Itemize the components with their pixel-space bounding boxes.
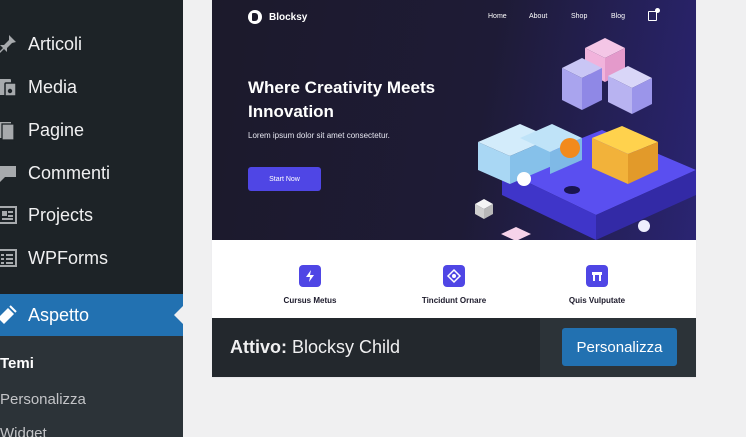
sidebar-item-pagine[interactable]: Pagine — [0, 110, 183, 150]
theme-preview-nav-shop: Shop — [571, 13, 588, 20]
cart-icon — [648, 8, 660, 21]
theme-preview-start-button: Start Now — [248, 167, 321, 191]
sidebar-item-label: Media — [28, 76, 78, 97]
sidebar-item-label: Articoli — [28, 33, 83, 54]
feature-card: Tincidunt Ornare — [384, 265, 524, 305]
floating-cube-icon — [475, 199, 493, 219]
appearance-submenu: Temi Personalizza Widget — [0, 336, 183, 437]
theme-preview-features: Cursus Metus Tincidunt Ornare Quis Vulpu… — [212, 240, 696, 318]
theme-preview-nav-home: Home — [488, 13, 507, 20]
theme-preview-hero-subtitle: Lorem ipsum dolor sit amet consectetur. — [248, 131, 390, 140]
theme-card-active[interactable]: Blocksy Home About Shop Blog Where Creat… — [212, 0, 696, 377]
sidebar-item-label: Commenti — [28, 162, 111, 183]
media-icon — [0, 79, 17, 97]
feature-card: Cursus Metus — [240, 265, 380, 305]
theme-preview-nav-about: About — [529, 13, 548, 20]
active-prefix: Attivo: — [230, 337, 287, 357]
diamond-icon — [443, 265, 465, 287]
theme-preview-hero: Blocksy Home About Shop Blog Where Creat… — [212, 0, 696, 241]
sidebar-item-projects[interactable]: Projects — [0, 195, 183, 235]
projects-icon — [0, 206, 17, 224]
theme-preview-logo: Blocksy — [248, 10, 307, 24]
page-icon — [0, 122, 15, 141]
sidebar-item-wpforms[interactable]: WPForms — [0, 238, 183, 278]
sidebar-item-label: Projects — [28, 204, 94, 225]
sidebar-item-aspetto[interactable]: Aspetto — [0, 294, 183, 336]
sidebar-item-articoli[interactable]: Articoli — [0, 24, 183, 64]
blocksy-logo-icon — [248, 10, 262, 24]
brush-icon — [0, 305, 17, 324]
sidebar-item-commenti[interactable]: Commenti — [0, 153, 183, 193]
sidebar-item-label: WPForms — [28, 247, 108, 268]
form-icon — [0, 249, 17, 267]
theme-preview-brand: Blocksy — [269, 11, 308, 23]
pin-icon — [0, 35, 16, 53]
submenu-item-personalizza[interactable]: Personalizza — [0, 391, 86, 408]
theme-screenshot[interactable]: Blocksy Home About Shop Blog Where Creat… — [212, 0, 696, 318]
submenu-item-widget[interactable]: Widget — [0, 425, 47, 437]
theme-preview-nav-blog: Blog — [611, 13, 626, 20]
customize-button[interactable]: Personalizza — [562, 328, 677, 366]
sidebar-item-media[interactable]: Media — [0, 67, 183, 107]
sidebar-item-label: Aspetto — [28, 304, 90, 325]
store-icon — [586, 265, 608, 287]
feature-card: Quis Vulputate — [527, 265, 667, 305]
bolt-icon — [299, 265, 321, 287]
active-theme-name: Blocksy Child — [292, 337, 401, 357]
wp-admin-appearance-screen: Articoli Media Pagine Commenti Projects … — [0, 0, 746, 437]
theme-preview-hero-title: Where Creativity Meets Innovation — [248, 78, 436, 121]
submenu-item-temi[interactable]: Temi — [0, 355, 34, 372]
active-theme-label: Attivo: Blocksy Child — [230, 337, 400, 358]
admin-sidebar: Articoli Media Pagine Commenti Projects … — [0, 0, 183, 437]
comment-icon — [0, 166, 16, 182]
sidebar-item-label: Pagine — [28, 119, 85, 140]
isometric-blocks-illustration — [478, 38, 696, 240]
theme-card-footer: Attivo: Blocksy Child Personalizza — [212, 318, 696, 377]
